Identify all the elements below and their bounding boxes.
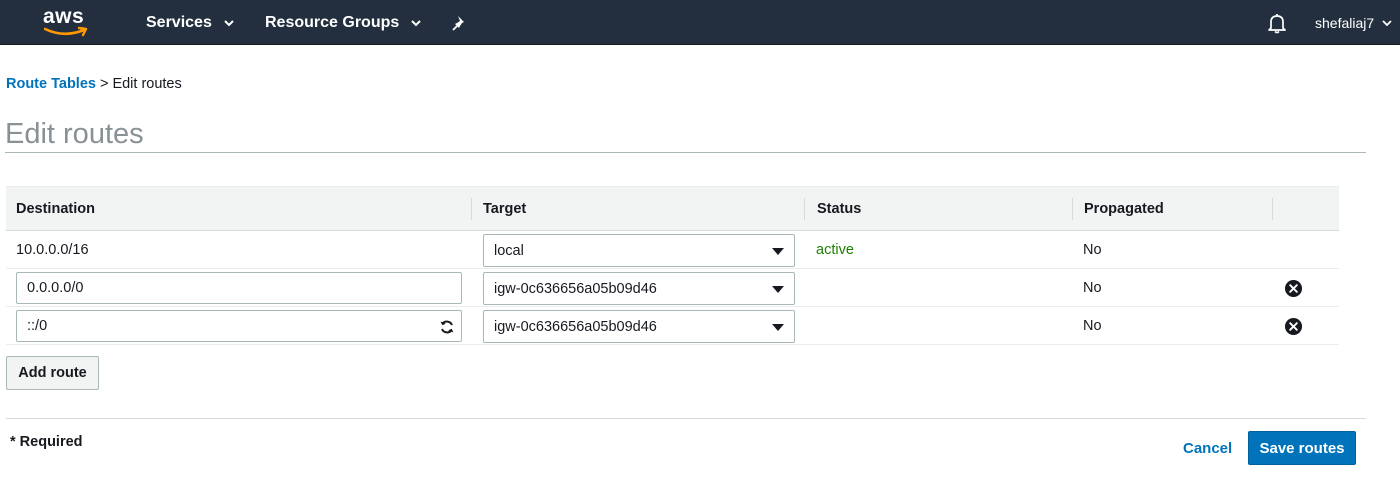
footer-divider: [6, 418, 1366, 419]
table-row: 0.0.0.0/0 igw-0c636656a05b09d46 No: [6, 269, 1339, 307]
add-route-button[interactable]: Add route: [6, 356, 99, 390]
chevron-down-icon: [411, 19, 421, 26]
column-divider: [1272, 198, 1273, 220]
table-header: Destination Target Status Propagated: [6, 186, 1339, 231]
services-label: Services: [146, 13, 212, 31]
chevron-down-icon: [1382, 19, 1392, 26]
remove-route-icon[interactable]: [1284, 279, 1303, 298]
destination-input-value: 0.0.0.0/0: [27, 280, 84, 296]
column-header-propagated: Propagated: [1084, 201, 1164, 217]
bell-icon[interactable]: [1266, 12, 1288, 34]
breadcrumb: Route Tables > Edit routes: [6, 76, 182, 92]
column-divider: [1072, 198, 1073, 220]
aws-smile-icon: [44, 26, 88, 37]
aws-logo[interactable]: aws: [42, 5, 92, 39]
remove-route-icon[interactable]: [1284, 317, 1303, 336]
title-divider: [5, 152, 1366, 153]
breadcrumb-separator: >: [99, 76, 109, 92]
resource-groups-menu[interactable]: Resource Groups: [265, 0, 422, 45]
caret-down-icon: [772, 324, 784, 331]
column-header-destination: Destination: [16, 201, 95, 217]
required-note: * Required: [10, 434, 83, 450]
target-selected-value: igw-0c636656a05b09d46: [494, 280, 657, 297]
caret-down-icon: [772, 248, 784, 255]
pin-shortcuts-button[interactable]: [452, 0, 468, 45]
top-navigation-bar: aws Services Resource Groups shefaliaj7: [0, 0, 1400, 45]
propagated-value: No: [1083, 318, 1102, 334]
destination-input[interactable]: 0.0.0.0/0: [16, 272, 462, 304]
chevron-down-icon: [224, 19, 234, 26]
cancel-button[interactable]: Cancel: [1183, 440, 1232, 457]
save-routes-button[interactable]: Save routes: [1248, 431, 1356, 465]
breadcrumb-current: Edit routes: [112, 76, 182, 92]
caret-down-icon: [772, 286, 784, 293]
resource-groups-label: Resource Groups: [265, 13, 400, 31]
propagated-value: No: [1083, 280, 1102, 296]
propagated-value: No: [1083, 242, 1102, 258]
refresh-icon[interactable]: [439, 319, 455, 335]
target-selected-value: local: [494, 242, 524, 259]
destination-input-value: ::/0: [27, 318, 48, 334]
target-select[interactable]: local: [483, 234, 795, 267]
routes-table: Destination Target Status Propagated 10.…: [6, 186, 1339, 345]
target-select[interactable]: igw-0c636656a05b09d46: [483, 310, 795, 343]
services-menu[interactable]: Services: [146, 0, 235, 45]
status-badge: active: [816, 242, 854, 258]
destination-value: 10.0.0.0/16: [16, 242, 89, 258]
target-selected-value: igw-0c636656a05b09d46: [494, 318, 657, 335]
page-title: Edit routes: [5, 118, 144, 150]
column-divider: [471, 198, 472, 220]
table-row: ::/0 igw-0c636656a05b09d46 No: [6, 307, 1339, 345]
username-label: shefaliaj7: [1315, 14, 1375, 31]
column-header-status: Status: [817, 201, 862, 217]
user-account-menu[interactable]: shefaliaj7: [1315, 0, 1392, 45]
column-header-target: Target: [483, 201, 527, 217]
destination-input[interactable]: ::/0: [16, 310, 462, 342]
pin-icon: [452, 15, 464, 31]
table-row: 10.0.0.0/16 local active No: [6, 231, 1339, 269]
column-divider: [804, 198, 805, 220]
target-select[interactable]: igw-0c636656a05b09d46: [483, 272, 795, 305]
breadcrumb-route-tables-link[interactable]: Route Tables: [6, 76, 96, 92]
